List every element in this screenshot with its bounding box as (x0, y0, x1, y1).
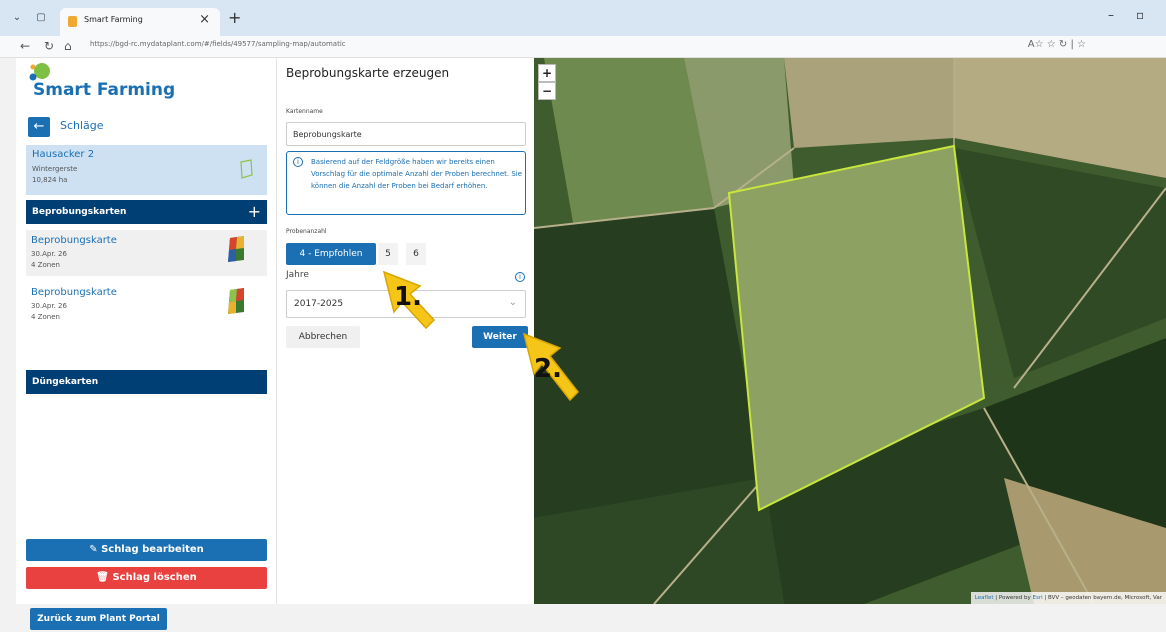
app-logo-text: Smart Farming (33, 80, 176, 100)
step1-label: 1. (394, 282, 422, 312)
sampling-maps-header: Beprobungskarten + (26, 200, 267, 224)
footer-bar: Zurück zum Plant Portal (0, 604, 1166, 632)
map-name-input[interactable]: Beprobungskarte (286, 122, 526, 146)
back-icon[interactable]: ← (20, 39, 30, 53)
chevron-down-icon: ⌄ (508, 297, 517, 308)
tab-menu-icon[interactable]: ⌄ (8, 9, 26, 27)
map-name-label: Kartenname (286, 108, 323, 115)
refresh-icon[interactable]: ↻ (44, 39, 54, 53)
satellite-map[interactable]: + − Leaflet | Powered by Esri | BVV – ge… (534, 58, 1166, 604)
delete-field-label: Schlag löschen (112, 572, 197, 583)
app-container: Smart Farming ← Schläge Hausacker 2 Wint… (0, 58, 1166, 604)
delete-field-button[interactable]: 🗑 Schlag löschen (26, 567, 267, 589)
back-arrow-icon[interactable]: ← (28, 117, 50, 137)
data-sources-text: | BVV – geodaten bayern.de, Microsoft, V… (1044, 595, 1162, 601)
address-bar: ← ↻ ⌂ https://bgd-rc.mydataplant.com/#/f… (0, 36, 1166, 58)
tab-title: Smart Farming (84, 15, 143, 24)
browser-titlebar: ⌄ ▢ Smart Farming × + – ▫ (0, 0, 1166, 36)
sampling-map-date: 30.Apr. 26 (31, 302, 67, 310)
back-to-portal-button[interactable]: Zurück zum Plant Portal (30, 608, 167, 630)
leaflet-link[interactable]: Leaflet (975, 595, 994, 601)
favicon-icon (68, 16, 77, 27)
esri-link[interactable]: Esri (1032, 595, 1042, 601)
sampling-maps-label: Beprobungskarten (32, 207, 127, 217)
sampling-map-item[interactable]: Beprobungskarte 30.Apr. 26 4 Zonen (26, 230, 267, 276)
edit-icon: ✎ (89, 544, 102, 555)
field-name: Hausacker 2 (32, 149, 95, 160)
edit-field-button[interactable]: ✎ Schlag bearbeiten (26, 539, 267, 561)
browser-tab[interactable]: Smart Farming × (60, 8, 220, 36)
field-shape-icon (240, 159, 253, 179)
url-field[interactable]: https://bgd-rc.mydataplant.com/#/fields/… (90, 40, 346, 48)
sampling-map-thumbnail-icon (228, 288, 244, 314)
sampling-map-item[interactable]: Beprobungskarte 30.Apr. 26 4 Zonen (26, 282, 267, 328)
add-sampling-map-icon[interactable]: + (248, 202, 261, 221)
new-tab-icon[interactable]: + (228, 8, 241, 27)
info-text: Basierend auf der Feldgröße haben wir be… (311, 158, 523, 190)
satellite-imagery (534, 58, 1166, 604)
address-bar-actions[interactable]: A☆ ☆ ↻ | ☆ (1028, 39, 1086, 50)
years-info-icon[interactable]: i (515, 272, 525, 282)
fertilizer-maps-header[interactable]: Düngekarten (26, 370, 267, 394)
zoom-out-button[interactable]: − (538, 82, 556, 100)
step2-label: 2. (534, 354, 562, 384)
edit-field-label: Schlag bearbeiten (101, 544, 204, 555)
info-icon: i (293, 157, 303, 167)
fertilizer-maps-label: Düngekarten (32, 377, 99, 387)
map-attribution: Leaflet | Powered by Esri | BVV – geodat… (970, 592, 1166, 604)
years-value: 2017-2025 (294, 299, 344, 309)
back-to-fields-link[interactable]: Schläge (60, 119, 104, 132)
trash-icon: 🗑 (96, 572, 113, 583)
field-crop: Wintergerste (32, 165, 78, 173)
field-area: 10,824 ha (32, 176, 68, 184)
maximize-icon[interactable]: ▫ (1136, 8, 1144, 22)
sampling-map-zones: 4 Zonen (31, 313, 60, 321)
sample-count-option-4[interactable]: 4 - Empfohlen (286, 243, 376, 265)
minimize-icon[interactable]: – (1108, 8, 1114, 22)
workspaces-icon[interactable]: ▢ (32, 9, 50, 27)
selected-field-card[interactable]: Hausacker 2 Wintergerste 10,824 ha (26, 145, 267, 195)
sampling-map-title: Beprobungskarte (31, 287, 117, 298)
powered-by-text: | Powered by (995, 595, 1031, 601)
cancel-button[interactable]: Abbrechen (286, 326, 360, 348)
sampling-map-title: Beprobungskarte (31, 235, 117, 246)
info-box: i Basierend auf der Feldgröße haben wir … (286, 151, 526, 215)
zoom-in-button[interactable]: + (538, 64, 556, 82)
panel-title: Beprobungskarte erzeugen (286, 66, 450, 80)
home-icon[interactable]: ⌂ (64, 39, 72, 53)
sampling-map-date: 30.Apr. 26 (31, 250, 67, 258)
sample-count-label: Probenanzahl (286, 228, 327, 235)
tab-close-icon[interactable]: × (199, 12, 210, 27)
sampling-map-thumbnail-icon (228, 236, 244, 262)
years-label: Jahre (286, 270, 309, 280)
sample-count-option-5[interactable]: 5 (378, 243, 398, 265)
sampling-map-zones: 4 Zonen (31, 261, 60, 269)
sample-count-option-6[interactable]: 6 (406, 243, 426, 265)
sidebar: Smart Farming ← Schläge Hausacker 2 Wint… (16, 58, 276, 604)
